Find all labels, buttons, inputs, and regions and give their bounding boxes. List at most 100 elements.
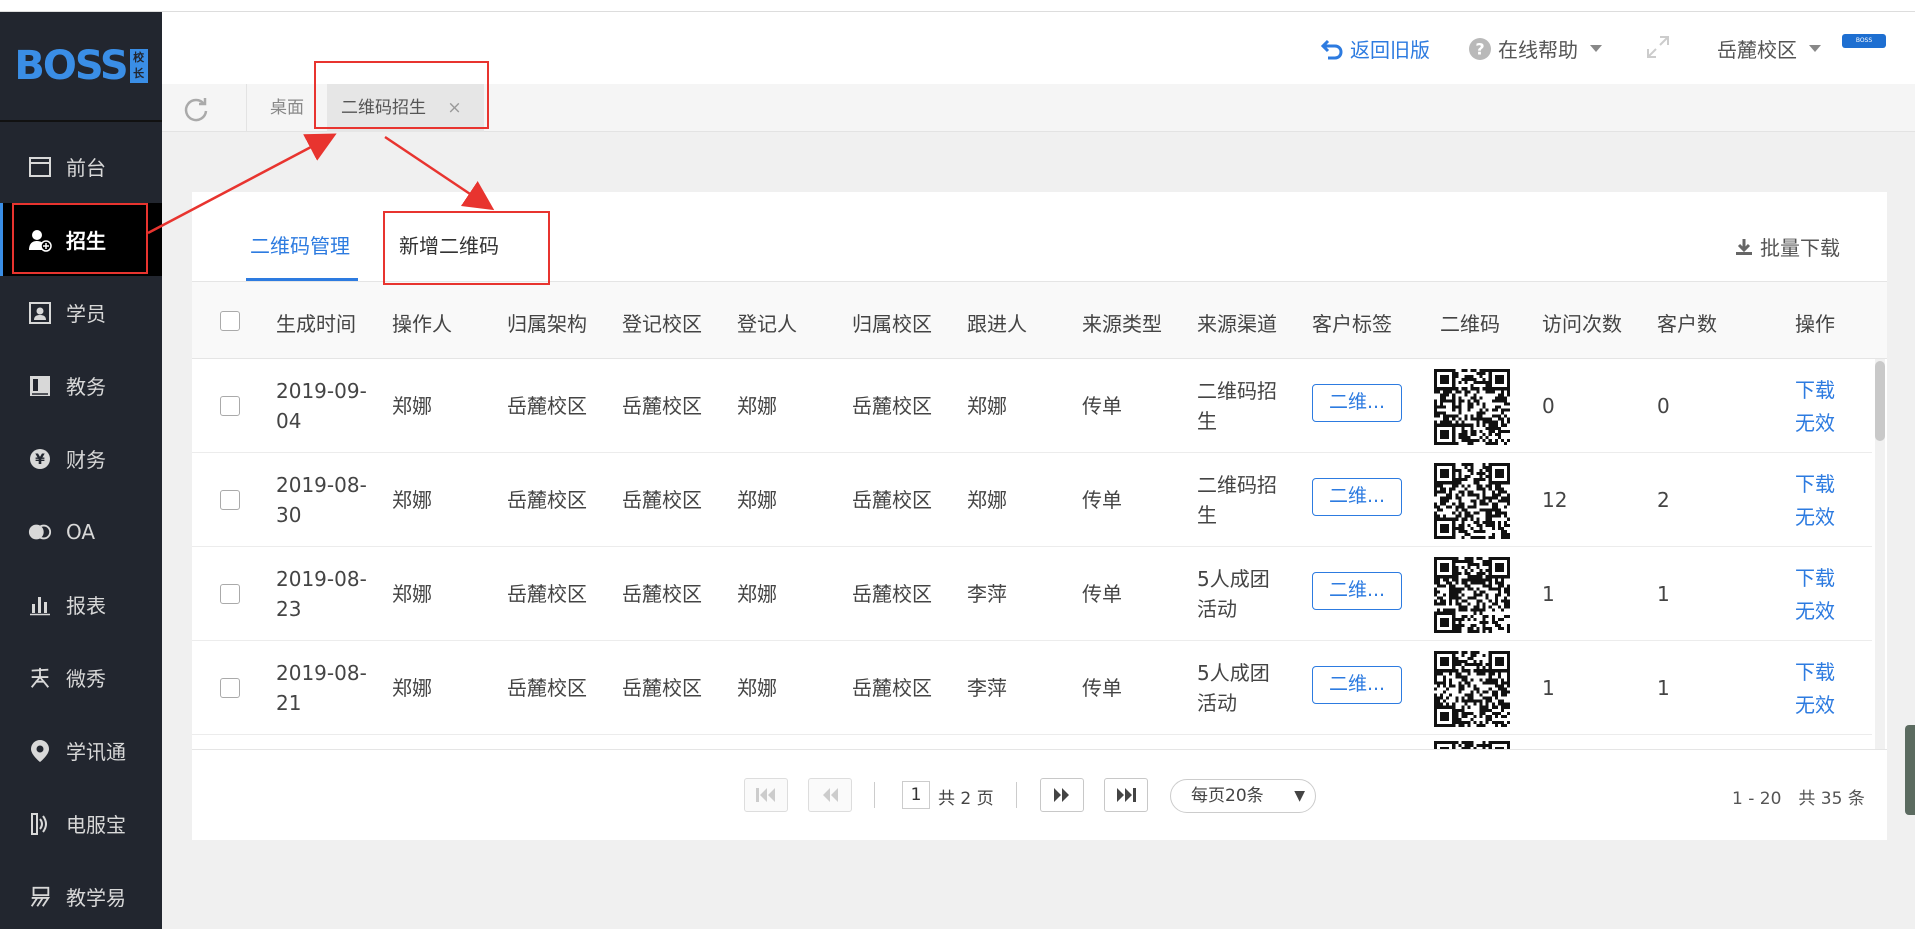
sidebar-item-enrollment[interactable]: 招生 [0,203,162,276]
campus-selector[interactable]: 岳麓校区 [1717,34,1821,63]
column-header[interactable]: 客户数 [1657,308,1717,337]
download-link[interactable]: 下载 [1795,468,1835,500]
sidebar-item-academic[interactable]: 教务 [0,349,162,422]
tab-desktop[interactable]: 桌面 [256,84,318,132]
column-header[interactable]: 跟进人 [967,308,1027,337]
sidebar-item-xuexuntong[interactable]: 学讯通 [0,714,162,787]
sidebar-item-label: 报表 [66,594,106,618]
sidebar-item-label: OA [66,519,96,544]
sidebar-item-weixiu[interactable]: 微秀 [0,641,162,714]
page-number-input[interactable]: 1 [902,781,930,809]
invalidate-link[interactable]: 无效 [1795,501,1835,533]
browser-frame-edge [0,0,1915,12]
customer-tag-button[interactable]: 二维... [1312,478,1402,516]
tab-qrcode-management[interactable]: 二维码管理 [250,230,350,259]
sidebar: BOSS 校长 前台 招生 学员 教务 ¥ 财务 OA 报表 微秀 学讯通 电服… [0,12,162,929]
sidebar-item-label: 学讯通 [66,740,126,764]
per-page-select[interactable]: 每页20条 ▼ [1170,779,1316,813]
avatar[interactable]: BOSS [1842,34,1886,48]
cell-registrar: 郑娜 [737,676,777,700]
select-all-checkbox[interactable] [220,311,240,331]
cell-visits: 12 [1542,488,1568,512]
chevron-down-icon [1590,45,1602,52]
phone-signal-icon [28,812,52,836]
column-header[interactable]: 登记人 [737,308,797,337]
sidebar-item-label: 财务 [66,448,106,472]
close-icon[interactable]: × [447,98,461,118]
column-header[interactable]: 客户标签 [1312,308,1392,337]
column-header[interactable]: 操作人 [392,308,452,337]
bulk-download-label: 批量下载 [1760,236,1840,260]
dropdown-arrow-icon: ▼ [1294,788,1305,804]
chevron-down-icon [1809,45,1821,52]
column-header[interactable]: 操作 [1795,308,1835,337]
sidebar-item-finance[interactable]: ¥ 财务 [0,422,162,495]
column-header[interactable]: 登记校区 [622,308,702,337]
question-circle-icon: ? [1469,37,1491,60]
cell-channel: 5人成团 活动 [1197,567,1270,621]
back-label: 返回旧版 [1350,38,1430,62]
sidebar-item-students[interactable]: 学员 [0,276,162,349]
column-header[interactable]: 来源类型 [1082,308,1162,337]
download-link[interactable]: 下载 [1795,656,1835,688]
column-header[interactable]: 归属架构 [507,308,587,337]
customer-tag-button[interactable]: 二维... [1312,572,1402,610]
sidebar-item-jiaoxueyi[interactable]: 教学易 [0,860,162,929]
invalidate-link[interactable]: 无效 [1795,595,1835,627]
side-widget-tab[interactable] [1905,725,1915,815]
sidebar-item-label: 学员 [66,302,106,326]
sidebar-nav: 前台 招生 学员 教务 ¥ 财务 OA 报表 微秀 学讯通 电服宝 教学易 [0,130,162,929]
refresh-icon[interactable] [182,96,210,124]
fullscreen-button[interactable] [1645,34,1671,60]
cell-channel: 二维码招生 [1197,379,1277,433]
cell-customers: 0 [1657,394,1670,418]
cell-created-time: 2019-08- 30 [276,473,367,527]
row-checkbox[interactable] [220,490,240,510]
qr-code-image[interactable] [1434,557,1510,633]
bulk-download-button[interactable]: 批量下载 [1734,232,1840,261]
invalidate-link[interactable]: 无效 [1795,689,1835,721]
online-help-dropdown[interactable]: ? 在线帮助 [1468,34,1602,63]
row-checkbox[interactable] [220,396,240,416]
undo-arrow-icon [1320,39,1343,59]
row-checkbox[interactable] [220,584,240,604]
sidebar-item-front-desk[interactable]: 前台 [0,130,162,203]
sidebar-item-label: 教务 [66,375,106,399]
column-header[interactable]: 生成时间 [276,308,356,337]
cell-operator: 郑娜 [392,582,432,606]
cell-campus: 岳麓校区 [852,488,932,512]
download-link[interactable]: 下载 [1795,562,1835,594]
qr-code-image[interactable] [1434,651,1510,727]
last-page-button[interactable] [1104,778,1148,812]
table-scrollbar[interactable] [1875,359,1885,749]
row-checkbox[interactable] [220,678,240,698]
sidebar-item-reports[interactable]: 报表 [0,568,162,641]
column-header[interactable]: 二维码 [1440,308,1500,337]
qr-code-image[interactable] [1434,741,1510,749]
scrollbar-thumb[interactable] [1875,361,1885,441]
sidebar-item-dianfubao[interactable]: 电服宝 [0,787,162,860]
qr-code-image[interactable] [1434,463,1510,539]
svg-text:¥: ¥ [35,452,45,468]
cell-follower: 郑娜 [967,488,1007,512]
column-header[interactable]: 访问次数 [1542,308,1622,337]
sidebar-item-oa[interactable]: OA [0,495,162,568]
tab-new-qrcode[interactable]: 新增二维码 [399,230,499,259]
qr-code-image[interactable] [1434,369,1510,445]
app-logo[interactable]: BOSS 校长 [0,12,162,122]
customer-tag-button[interactable]: 二维... [1312,384,1402,422]
tab-qrcode-enrollment[interactable]: 二维码招生 × [327,84,484,132]
content-panel: 二维码管理 新增二维码 批量下载 生成时间 操作人 归属架构 登记校区 登记人 … [192,192,1887,840]
column-header[interactable]: 来源渠道 [1197,308,1277,337]
first-page-button[interactable] [744,778,788,812]
column-header[interactable]: 归属校区 [852,308,932,337]
next-page-button[interactable] [1040,778,1084,812]
customer-tag-button[interactable]: 二维... [1312,666,1402,704]
tab-label: 二维码招生 [341,98,426,118]
cell-campus: 岳麓校区 [852,676,932,700]
back-to-old-version-link[interactable]: 返回旧版 [1320,34,1430,63]
invalidate-link[interactable]: 无效 [1795,407,1835,439]
prev-page-button[interactable] [808,778,852,812]
download-link[interactable]: 下载 [1795,374,1835,406]
cell-source-type: 传单 [1082,676,1122,700]
